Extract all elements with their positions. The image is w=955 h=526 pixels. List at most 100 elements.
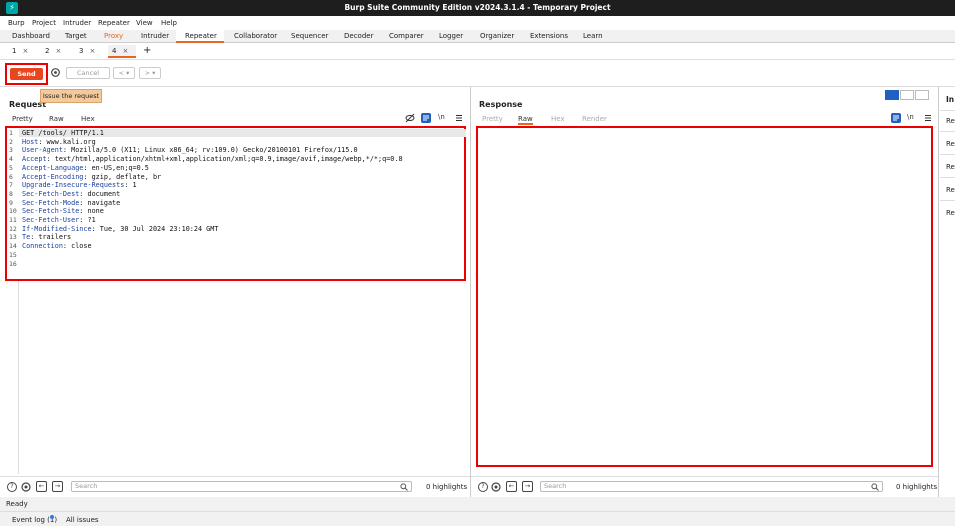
header-name: Host xyxy=(22,137,39,146)
close-icon[interactable]: × xyxy=(122,47,128,55)
newline-icon[interactable]: \n xyxy=(438,113,445,121)
response-tab-pretty[interactable]: Pretty xyxy=(482,115,503,123)
request-highlights-count: 0 highlights xyxy=(426,483,468,491)
panel-divider[interactable] xyxy=(470,87,471,497)
request-line: Sec-Fetch-Site: none xyxy=(22,207,104,215)
response-tab-raw[interactable]: Raw xyxy=(518,115,533,125)
inspector-section[interactable]: Re xyxy=(946,209,955,217)
split-view-icon[interactable] xyxy=(885,90,899,100)
arrow-right-icon[interactable]: → xyxy=(52,481,63,492)
inspector-divider[interactable] xyxy=(938,87,939,497)
previous-request-button[interactable]: < ▾ xyxy=(113,67,135,79)
inspector-section[interactable]: Re xyxy=(946,163,955,171)
header-name: Upgrade-Insecure-Requests xyxy=(22,181,125,190)
tab-repeater[interactable]: Repeater xyxy=(185,32,217,40)
repeater-tab-label: 4 xyxy=(112,47,117,55)
inspector-section[interactable]: Re xyxy=(946,140,955,148)
header-name: If-Modified-Since xyxy=(22,224,92,233)
line-number: 2 xyxy=(9,137,13,146)
vertical-view-icon[interactable] xyxy=(915,90,929,100)
line-number: 3 xyxy=(9,146,13,155)
repeater-tab-bar: 1 × 2 × 3 × 4 × + xyxy=(0,43,955,60)
repeater-tab-2[interactable]: 2 × xyxy=(41,45,69,58)
header-name: Sec-Fetch-Site xyxy=(22,207,80,216)
close-icon[interactable]: × xyxy=(22,47,28,55)
close-icon[interactable]: × xyxy=(55,47,61,55)
request-line: Connection: close xyxy=(22,242,92,250)
request-editor[interactable]: 1 2 3 4 5 6 7 8 9 10 11 12 13 14 15 16 GET /tools/ HTTP… xyxy=(5,126,466,281)
search-placeholder: Search xyxy=(544,482,567,490)
tab-learn[interactable]: Learn xyxy=(583,32,603,40)
menu-repeater[interactable]: Repeater xyxy=(98,19,130,27)
search-icon xyxy=(400,483,408,491)
tab-dashboard[interactable]: Dashboard xyxy=(12,32,50,40)
request-line: If-Modified-Since: Tue, 30 Jul 2024 23:1… xyxy=(22,225,218,233)
tab-target[interactable]: Target xyxy=(65,32,87,40)
settings-gear-icon[interactable] xyxy=(50,67,61,78)
menu-icon[interactable] xyxy=(924,114,932,122)
response-tab-hex[interactable]: Hex xyxy=(551,115,565,123)
search-placeholder: Search xyxy=(75,482,98,490)
menu-project[interactable]: Project xyxy=(32,19,56,27)
line-value: document xyxy=(83,189,121,198)
inspector-section[interactable]: Re xyxy=(946,186,955,194)
response-tab-render[interactable]: Render xyxy=(582,115,607,123)
tab-decoder[interactable]: Decoder xyxy=(344,32,373,40)
request-tab-pretty[interactable]: Pretty xyxy=(12,115,33,123)
request-search-input[interactable]: Search xyxy=(71,481,412,492)
response-search-bar: ? ← → Search 0 highlights xyxy=(471,476,938,496)
menu-intruder[interactable]: Intruder xyxy=(63,19,91,27)
tab-sequencer[interactable]: Sequencer xyxy=(291,32,328,40)
tab-organizer[interactable]: Organizer xyxy=(480,32,514,40)
tab-extensions[interactable]: Extensions xyxy=(530,32,568,40)
close-icon[interactable]: × xyxy=(89,47,95,55)
response-search-input[interactable]: Search xyxy=(540,481,883,492)
line-number: 1 xyxy=(9,129,13,137)
tab-collaborator[interactable]: Collaborator xyxy=(234,32,277,40)
line-number: 10 xyxy=(9,207,17,216)
response-editor[interactable] xyxy=(476,126,933,467)
cancel-button[interactable]: Cancel xyxy=(66,67,110,79)
horizontal-view-icon[interactable] xyxy=(900,90,914,100)
message-view-icon[interactable] xyxy=(421,113,431,123)
newline-icon[interactable]: \n xyxy=(907,113,914,121)
request-line: User-Agent: Mozilla/5.0 (X11; Linux x86_… xyxy=(22,146,358,154)
main-tab-bar: Dashboard Target Proxy Intruder Repeater… xyxy=(0,30,955,43)
chevron-down-icon: ▾ xyxy=(126,69,130,77)
line-value: trailers xyxy=(34,233,72,242)
repeater-tab-1[interactable]: 1 × xyxy=(8,45,36,58)
inspector-title: In xyxy=(946,95,955,104)
chevron-right-icon: > xyxy=(144,69,151,77)
settings-gear-icon[interactable] xyxy=(20,481,32,493)
tab-comparer[interactable]: Comparer xyxy=(389,32,424,40)
inspector-section[interactable]: Re xyxy=(946,117,955,125)
send-button[interactable]: Send xyxy=(10,68,43,80)
menu-icon[interactable] xyxy=(455,114,463,122)
arrow-left-icon[interactable]: ← xyxy=(36,481,47,492)
help-icon[interactable]: ? xyxy=(7,482,17,492)
line-value: 1 xyxy=(128,181,137,190)
help-icon[interactable]: ? xyxy=(478,482,488,492)
menu-view[interactable]: View xyxy=(136,19,153,27)
inspector-separator xyxy=(940,110,955,111)
menu-help[interactable]: Help xyxy=(161,19,177,27)
settings-gear-icon[interactable] xyxy=(490,481,502,493)
repeater-tab-3[interactable]: 3 × xyxy=(75,45,103,58)
arrow-right-icon[interactable]: → xyxy=(522,481,533,492)
repeater-tab-4[interactable]: 4 × xyxy=(108,45,136,58)
menu-burp[interactable]: Burp xyxy=(8,19,25,27)
all-issues-link[interactable]: All issues xyxy=(66,516,99,524)
next-request-button[interactable]: > ▾ xyxy=(139,67,161,79)
arrow-left-icon[interactable]: ← xyxy=(506,481,517,492)
request-line: Accept: text/html,application/xhtml+xml,… xyxy=(22,155,403,163)
line-number: 7 xyxy=(9,181,13,190)
inspector-separator xyxy=(940,177,955,178)
add-tab-button[interactable]: + xyxy=(139,45,151,58)
tab-intruder[interactable]: Intruder xyxy=(141,32,169,40)
hide-eye-icon[interactable] xyxy=(405,113,415,123)
tab-logger[interactable]: Logger xyxy=(439,32,463,40)
request-tab-hex[interactable]: Hex xyxy=(81,115,95,123)
tab-proxy[interactable]: Proxy xyxy=(104,32,123,40)
message-view-icon[interactable] xyxy=(891,113,901,123)
request-tab-raw[interactable]: Raw xyxy=(49,115,64,123)
